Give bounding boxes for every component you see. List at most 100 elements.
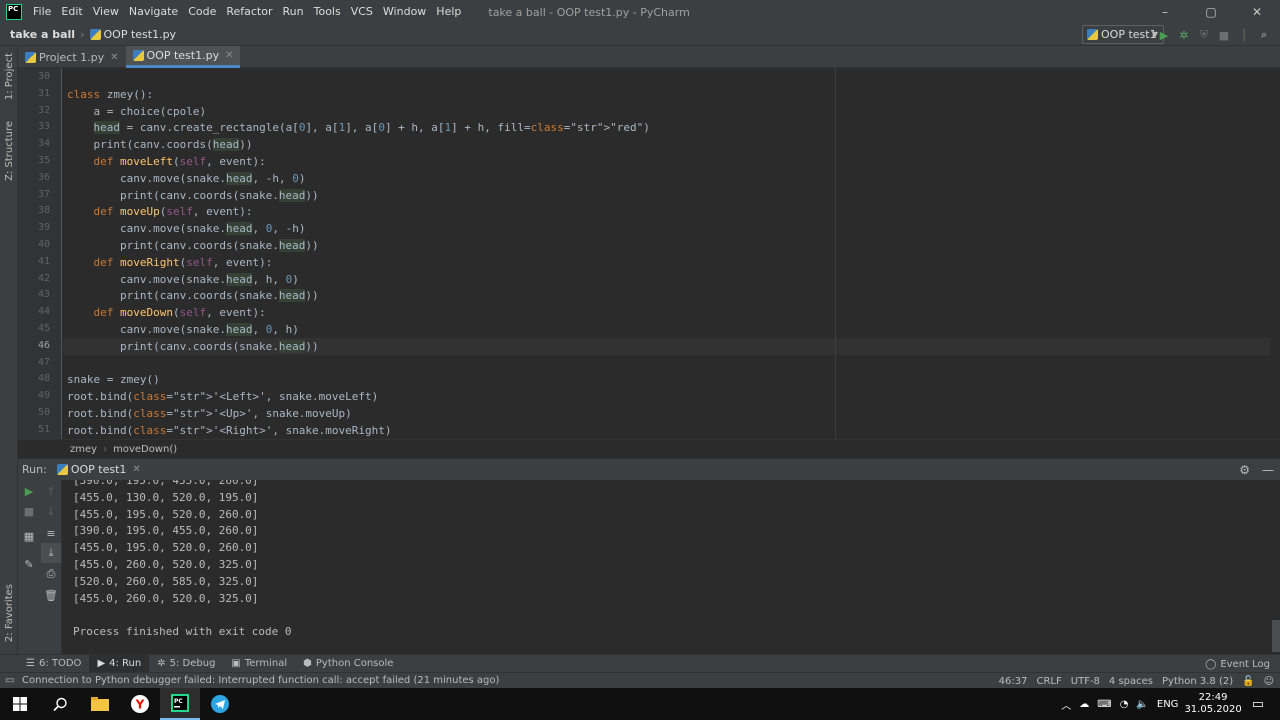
code-editor[interactable]: 30 31 32 33 34 35 36 37 38 39 40 41 42 43 44 45 46 47 48 49… bbox=[18, 68, 1280, 439]
menu-refactor[interactable]: Refactor bbox=[221, 0, 277, 24]
code-line[interactable]: print(canv.coords(snake.head)) bbox=[67, 237, 319, 254]
code-line[interactable]: print(canv.coords(snake.head)) bbox=[67, 187, 319, 204]
keyboard-icon[interactable]: ⌨ bbox=[1097, 699, 1111, 710]
soft-wrap-icon[interactable]: ≡ bbox=[41, 523, 61, 543]
lock-icon[interactable]: 🔓 bbox=[1242, 676, 1254, 687]
volume-icon[interactable]: 🔈 bbox=[1136, 699, 1148, 710]
code-line[interactable]: def moveRight(self, event): bbox=[67, 254, 273, 271]
file-explorer-icon[interactable] bbox=[80, 688, 120, 720]
minimize-button[interactable]: – bbox=[1142, 0, 1188, 24]
line-number[interactable]: 44 bbox=[18, 304, 50, 321]
line-number[interactable]: 31 bbox=[18, 86, 50, 103]
code-line[interactable]: root.bind(class="str">'<Left>', snake.mo… bbox=[67, 388, 378, 405]
menu-tools[interactable]: Tools bbox=[309, 0, 346, 24]
code-area[interactable]: class zmey(): a = choice(cpole) head = c… bbox=[63, 68, 1270, 439]
line-number[interactable]: 42 bbox=[18, 271, 50, 288]
code-line[interactable]: a = choice(cpole) bbox=[67, 103, 206, 120]
scroll-to-end-icon[interactable]: ⤓ bbox=[41, 543, 61, 563]
crumb-class[interactable]: zmey bbox=[70, 444, 97, 455]
close-tab-icon[interactable]: ✕ bbox=[225, 50, 233, 61]
up-arrow-icon[interactable]: ↑ bbox=[41, 481, 61, 501]
line-number[interactable]: 43 bbox=[18, 287, 50, 304]
caret-position[interactable]: 46:37 bbox=[999, 676, 1028, 687]
line-number[interactable]: 45 bbox=[18, 321, 50, 338]
menu-run[interactable]: Run bbox=[278, 0, 309, 24]
menu-code[interactable]: Code bbox=[183, 0, 221, 24]
python-interpreter[interactable]: Python 3.8 (2) bbox=[1162, 676, 1233, 687]
tool-window-run[interactable]: ▶ 4: Run bbox=[89, 654, 150, 673]
yandex-browser-icon[interactable]: Y bbox=[120, 688, 160, 720]
code-line[interactable]: canv.move(snake.head, 0, h) bbox=[67, 321, 299, 338]
line-number[interactable]: 30 bbox=[18, 69, 50, 86]
debug-icon[interactable]: ✲ bbox=[1174, 24, 1194, 46]
rerun-icon[interactable]: ▶ bbox=[19, 481, 39, 501]
line-number[interactable]: 49 bbox=[18, 388, 50, 405]
line-separator[interactable]: CRLF bbox=[1037, 676, 1062, 687]
event-log-button[interactable]: ◯ Event Log bbox=[1205, 655, 1270, 673]
favorites-tool-tab[interactable]: 2: Favorites bbox=[0, 582, 18, 644]
line-number[interactable]: 50 bbox=[18, 405, 50, 422]
notification-center-icon[interactable]: ▭ bbox=[1252, 697, 1264, 712]
tool-window-python-console[interactable]: ⬢ Python Console bbox=[295, 655, 401, 673]
close-tab-icon[interactable]: ✕ bbox=[110, 52, 118, 63]
menu-vcs[interactable]: VCS bbox=[346, 0, 378, 24]
line-number[interactable]: 32 bbox=[18, 103, 50, 120]
code-line[interactable]: canv.move(snake.head, h, 0) bbox=[67, 271, 299, 288]
line-number[interactable]: 34 bbox=[18, 136, 50, 153]
search-icon[interactable]: ⌕ bbox=[1254, 24, 1274, 46]
code-line[interactable]: print(canv.coords(head)) bbox=[67, 136, 252, 153]
tool-window-debug[interactable]: ✲ 5: Debug bbox=[149, 655, 223, 673]
search-icon[interactable] bbox=[40, 688, 80, 720]
run-console[interactable]: [390.0, 195.0, 455.0, 260.0] [455.0, 130.… bbox=[62, 480, 1280, 654]
line-number[interactable]: 38 bbox=[18, 203, 50, 220]
project-tool-tab[interactable]: 1: Project bbox=[0, 52, 18, 102]
tab-oop-test1[interactable]: OOP test1.py ✕ bbox=[125, 46, 241, 68]
gear-icon[interactable]: ⚙ bbox=[1239, 463, 1250, 477]
run-configuration-select[interactable]: OOP test1 ▼ bbox=[1082, 25, 1164, 44]
code-line[interactable]: class zmey(): bbox=[67, 86, 153, 103]
run-tab[interactable]: OOP test1 ✕ bbox=[56, 463, 141, 476]
line-number[interactable]: 48 bbox=[18, 371, 50, 388]
menu-navigate[interactable]: Navigate bbox=[124, 0, 183, 24]
line-number[interactable]: 40 bbox=[18, 237, 50, 254]
console-scrollbar[interactable] bbox=[1272, 620, 1280, 652]
file-encoding[interactable]: UTF-8 bbox=[1071, 676, 1100, 687]
tool-windows-toggle-icon[interactable]: ▭ bbox=[5, 675, 14, 686]
code-line[interactable]: print(canv.coords(snake.head)) bbox=[67, 287, 319, 304]
tray-expand-icon[interactable]: ︿ bbox=[1061, 697, 1071, 712]
code-line[interactable]: print(canv.coords(snake.head)) bbox=[67, 338, 319, 355]
code-line[interactable]: def moveDown(self, event): bbox=[67, 304, 266, 321]
menu-edit[interactable]: Edit bbox=[56, 0, 87, 24]
tool-window-terminal[interactable]: ▣ Terminal bbox=[223, 655, 295, 673]
coverage-icon[interactable]: ⛨ bbox=[1194, 24, 1214, 46]
telegram-icon[interactable] bbox=[200, 688, 240, 720]
line-number[interactable]: 46 bbox=[18, 338, 50, 355]
breadcrumb-file[interactable]: OOP test1.py bbox=[104, 28, 177, 41]
tab-project-1[interactable]: Project 1.py ✕ bbox=[18, 46, 126, 68]
code-line[interactable]: root.bind(class="str">'<Up>', snake.move… bbox=[67, 405, 352, 422]
close-run-tab-icon[interactable]: ✕ bbox=[132, 464, 140, 475]
code-line[interactable]: canv.move(snake.head, -h, 0) bbox=[67, 170, 305, 187]
line-number[interactable]: 36 bbox=[18, 170, 50, 187]
menu-help[interactable]: Help bbox=[431, 0, 466, 24]
layout-icon[interactable]: ▦ bbox=[19, 526, 39, 546]
structure-tool-tab[interactable]: Z: Structure bbox=[0, 120, 18, 182]
maximize-button[interactable]: ▢ bbox=[1188, 0, 1234, 24]
run-icon[interactable]: ▶ bbox=[1154, 24, 1174, 46]
language-indicator[interactable]: ENG bbox=[1157, 699, 1179, 710]
tool-window-todo[interactable]: ☰ 6: TODO bbox=[18, 655, 89, 673]
code-line[interactable]: canv.move(snake.head, 0, -h) bbox=[67, 220, 305, 237]
menu-file[interactable]: File bbox=[28, 0, 56, 24]
code-line[interactable]: def moveUp(self, event): bbox=[67, 203, 253, 220]
code-line[interactable]: def moveLeft(self, event): bbox=[67, 153, 266, 170]
menu-view[interactable]: View bbox=[88, 0, 124, 24]
crumb-method[interactable]: moveDown() bbox=[113, 444, 177, 455]
code-line[interactable]: root.bind(class="str">'<Right>', snake.m… bbox=[67, 422, 392, 439]
windows-start-icon[interactable] bbox=[0, 688, 40, 720]
trash-icon[interactable]: 🗑 bbox=[41, 585, 61, 605]
close-window-button[interactable]: ✕ bbox=[1234, 0, 1280, 24]
line-number[interactable]: 41 bbox=[18, 254, 50, 271]
status-message[interactable]: Connection to Python debugger failed: In… bbox=[0, 675, 499, 686]
line-number[interactable]: 35 bbox=[18, 153, 50, 170]
pycharm-taskbar-icon[interactable]: PC bbox=[160, 688, 200, 720]
